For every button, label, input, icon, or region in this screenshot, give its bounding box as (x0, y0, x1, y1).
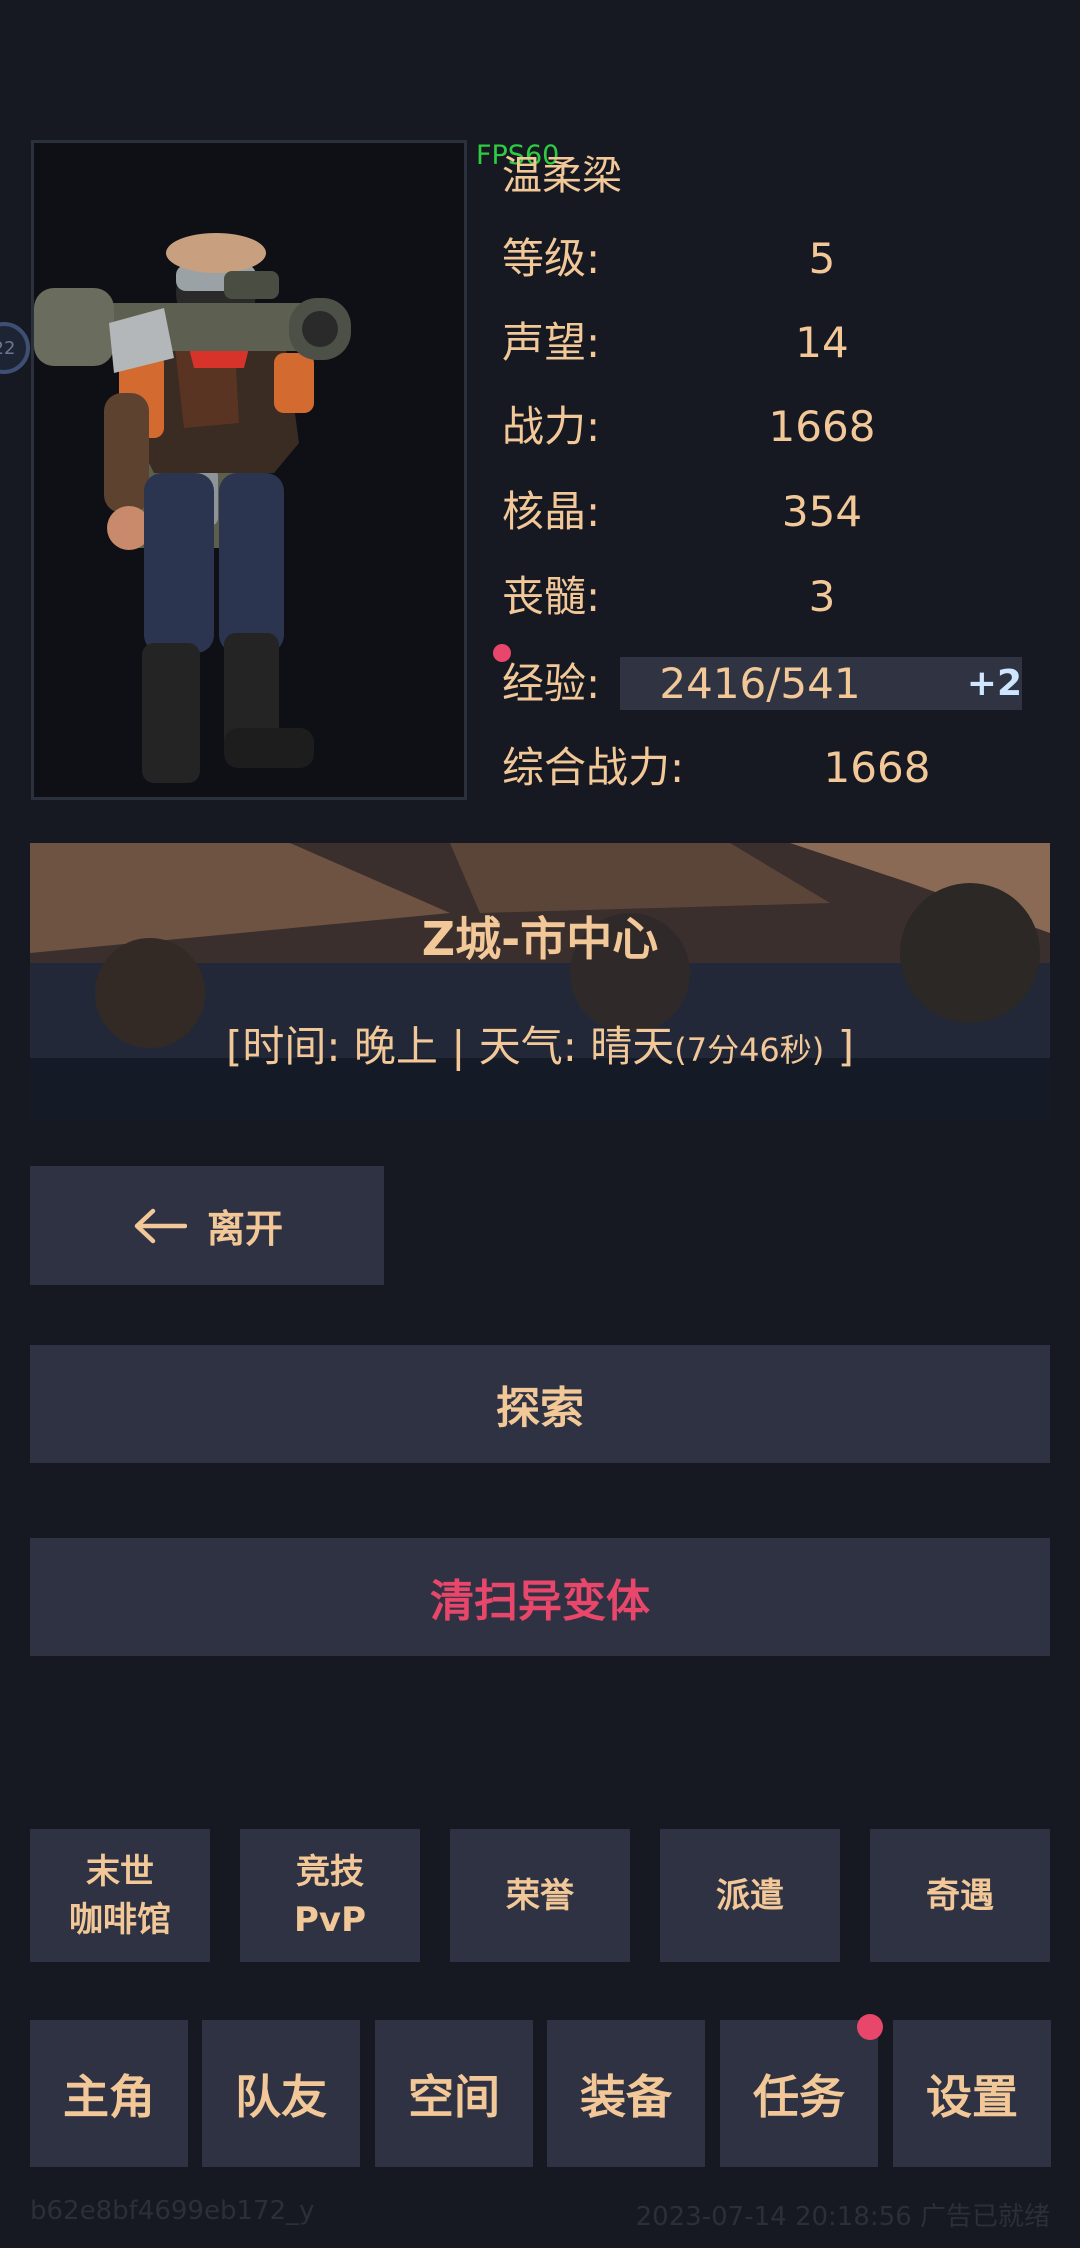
feature-label-line2: 咖啡馆 (69, 1899, 171, 1940)
stat-value: 14 (795, 318, 849, 367)
stat-value: 354 (781, 487, 863, 536)
nav-button-character[interactable]: 主角 (30, 2020, 188, 2167)
stat-label: 经验: (502, 659, 601, 708)
side-float-button[interactable]: 22 (0, 322, 30, 374)
leave-label: 离开 (206, 1207, 283, 1251)
leave-button[interactable]: 离开 (30, 1166, 384, 1285)
nav-label: 任务 (753, 2069, 845, 2124)
nav-label: 队友 (235, 2069, 327, 2124)
explore-button[interactable]: 探索 (30, 1345, 1050, 1463)
stat-value: 5 (808, 234, 836, 283)
feature-button-dispatch[interactable]: 派遣 (660, 1829, 840, 1962)
player-name: 温柔梁 (502, 153, 622, 199)
location-title: Z城-市中心 (421, 912, 659, 966)
device-id-text: b62e8bf4699eb172_y (30, 2196, 315, 2226)
stat-value: 1668 (823, 743, 931, 792)
exp-bar: 2416/541 +2 (620, 657, 1022, 710)
explore-label: 探索 (496, 1383, 584, 1434)
stat-label: 战力: (502, 402, 601, 451)
exp-value: 2416/541 (659, 659, 861, 708)
nav-button-space[interactable]: 空间 (375, 2020, 533, 2167)
stat-label: 声望: (502, 318, 601, 367)
feature-label-line1: 派遣 (716, 1875, 784, 1916)
exp-plus-button[interactable]: +2 (967, 657, 1022, 710)
ad-status-text: 2023-07-14 20:18:56 广告已就绪 (635, 2202, 1050, 2232)
nav-button-teammates[interactable]: 队友 (202, 2020, 360, 2167)
feature-button-cafe[interactable]: 末世 咖啡馆 (30, 1829, 210, 1962)
stat-label: 丧髓: (502, 572, 601, 621)
nav-button-tasks[interactable]: 任务 (720, 2020, 878, 2167)
tasks-notification-dot (857, 2014, 883, 2040)
nav-button-equipment[interactable]: 装备 (547, 2020, 705, 2167)
location-background-art (30, 843, 1050, 1119)
weather-timer: (7分46秒) (674, 1031, 825, 1069)
feature-button-honor[interactable]: 荣誉 (450, 1829, 630, 1962)
stat-label: 等级: (502, 234, 601, 283)
feature-button-pvp[interactable]: 竞技 PvP (240, 1829, 420, 1962)
feature-label-line2: PvP (293, 1899, 366, 1940)
stat-label: 核晶: (502, 487, 601, 536)
side-float-label: 22 (0, 337, 16, 359)
feature-button-adventure[interactable]: 奇遇 (870, 1829, 1050, 1962)
location-info: [时间: 晚上 | 天气: 晴天(7分46秒) ] (30, 1013, 1050, 1074)
location-banner: Z城-市中心 [时间: 晚上 | 天气: 晴天(7分46秒) ] (30, 843, 1050, 1119)
arrow-left-icon (131, 1208, 187, 1244)
stat-label: 综合战力: (502, 743, 685, 792)
nav-label: 空间 (408, 2069, 500, 2124)
feature-label-line1: 竞技 (296, 1851, 364, 1892)
feature-label-line1: 奇遇 (926, 1875, 994, 1916)
sweep-mutants-button[interactable]: 清扫异变体 (30, 1538, 1050, 1656)
nav-label: 主角 (63, 2069, 155, 2124)
soldier-illustration (34, 233, 351, 783)
feature-label-line1: 末世 (86, 1851, 154, 1892)
sweep-mutants-label: 清扫异变体 (430, 1576, 650, 1627)
stat-value: 1668 (768, 402, 876, 451)
character-portrait (31, 140, 467, 800)
nav-button-settings[interactable]: 设置 (893, 2020, 1051, 2167)
feature-label-line1: 荣誉 (506, 1875, 574, 1916)
nav-label: 装备 (580, 2069, 672, 2124)
time-weather-text: [时间: 晚上 | 天气: 晴天 (225, 1022, 675, 1071)
nav-label: 设置 (926, 2069, 1018, 2124)
stat-value: 3 (808, 572, 836, 621)
time-weather-close: ] (824, 1022, 855, 1071)
